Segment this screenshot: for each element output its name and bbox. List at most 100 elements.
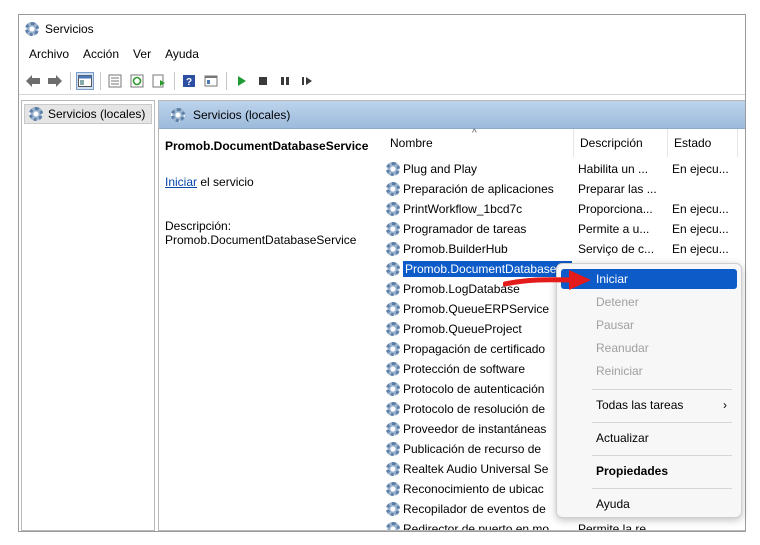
row-name: Publicación de recurso de xyxy=(403,442,542,456)
all-tasks-label: Todas las tareas xyxy=(596,398,684,412)
svg-text:?: ? xyxy=(186,77,192,88)
context-menu-pause[interactable]: Pausar xyxy=(561,315,737,335)
row-name: Promob.QueueERPService xyxy=(403,302,550,316)
row-name: Propagación de certificado xyxy=(403,342,546,356)
row-name-cell: Redirector de puerto en mo xyxy=(386,522,572,531)
table-row[interactable]: Redirector de puerto en mo Permite la re… xyxy=(384,519,745,531)
table-row[interactable]: Preparación de aplicaciones Preparar las… xyxy=(384,179,745,199)
service-gear-icon xyxy=(386,362,400,376)
properties-icon[interactable] xyxy=(150,72,168,90)
services-gear-icon xyxy=(29,107,43,121)
toolbar-separator xyxy=(100,71,101,90)
context-menu-all-tasks[interactable]: Todas las tareas › xyxy=(561,395,737,415)
refresh-icon[interactable] xyxy=(128,72,146,90)
services-gear-icon xyxy=(25,22,39,36)
column-status-label: Estado xyxy=(674,136,712,150)
service-gear-icon xyxy=(386,182,400,196)
title-bar: Servicios xyxy=(19,15,745,43)
export-list-icon[interactable] xyxy=(106,72,124,90)
context-menu-resume[interactable]: Reanudar xyxy=(561,338,737,358)
row-status: En ejecu... xyxy=(672,222,729,236)
row-status: En ejecu... xyxy=(672,202,729,216)
toolbar-separator xyxy=(226,71,227,90)
row-name: Redirector de puerto en mo xyxy=(403,522,550,531)
column-header-description[interactable]: Descripción xyxy=(574,129,668,157)
row-description: Preparar las ... xyxy=(578,182,657,196)
service-gear-icon xyxy=(386,402,400,416)
toolbar: ? xyxy=(19,67,745,95)
column-description-label: Descripción xyxy=(580,136,643,150)
toolbar-separator xyxy=(174,71,175,90)
tree-item-services-local[interactable]: Servicios (locales) xyxy=(24,104,152,124)
column-header-status[interactable]: Estado xyxy=(668,129,738,157)
service-gear-icon xyxy=(386,342,400,356)
row-name-cell: Preparación de aplicaciones xyxy=(386,182,572,196)
pause-icon[interactable] xyxy=(276,72,294,90)
row-name-cell: Protocolo de resolución de xyxy=(386,402,572,416)
context-menu-help[interactable]: Ayuda xyxy=(561,494,737,514)
row-name: Plug and Play xyxy=(403,162,478,176)
row-description: Permite a u... xyxy=(578,222,650,236)
menu-archivo[interactable]: Archivo xyxy=(29,47,69,61)
forward-arrow-icon[interactable] xyxy=(46,72,64,90)
service-gear-icon xyxy=(386,422,400,436)
row-name: Reconocimiento de ubicac xyxy=(403,482,544,496)
service-gear-icon xyxy=(386,262,400,276)
context-menu-separator xyxy=(592,455,732,456)
play-icon[interactable] xyxy=(232,72,250,90)
row-name-cell: Recopilador de eventos de xyxy=(386,502,572,516)
resume-icon[interactable] xyxy=(298,72,316,90)
start-service-line: Iniciar el servicio xyxy=(165,175,381,189)
menu-accion[interactable]: Acción xyxy=(83,47,119,61)
context-menu-separator xyxy=(592,389,732,390)
row-name: PrintWorkflow_1bcd7c xyxy=(403,202,523,216)
menu-ayuda[interactable]: Ayuda xyxy=(165,47,199,61)
service-gear-icon xyxy=(386,162,400,176)
column-header-name[interactable]: Nombre ^ xyxy=(384,128,574,157)
row-name: Promob.BuilderHub xyxy=(403,242,508,256)
context-menu-refresh[interactable]: Actualizar xyxy=(561,428,737,448)
row-name: Preparación de aplicaciones xyxy=(403,182,554,196)
row-name: Protocolo de resolución de xyxy=(403,402,546,416)
row-description: Habilita un ... xyxy=(578,162,649,176)
row-name: Realtek Audio Universal Se xyxy=(403,462,549,476)
context-menu-properties[interactable]: Propiedades xyxy=(561,461,737,481)
row-name: Programador de tareas xyxy=(403,222,527,236)
row-name-cell: Propagación de certificado xyxy=(386,342,572,356)
table-row[interactable]: Promob.BuilderHub Serviço de c... En eje… xyxy=(384,239,745,259)
description-label: Descripción: xyxy=(165,219,232,233)
console-tree-icon[interactable] xyxy=(76,71,94,90)
view-icon[interactable] xyxy=(202,72,220,90)
service-gear-icon xyxy=(386,202,400,216)
back-arrow-icon[interactable] xyxy=(24,72,42,90)
table-row[interactable]: Plug and Play Habilita un ... En ejecu..… xyxy=(384,159,745,179)
pane-header-title: Servicios (locales) xyxy=(193,107,291,122)
help-icon[interactable]: ? xyxy=(180,72,198,90)
table-row[interactable]: PrintWorkflow_1bcd7c Proporciona... En e… xyxy=(384,199,745,219)
service-gear-icon xyxy=(386,222,400,236)
row-description: Serviço de c... xyxy=(578,242,655,256)
table-row[interactable]: Programador de tareas Permite a u... En … xyxy=(384,219,745,239)
column-name-label: Nombre xyxy=(390,136,433,150)
menu-ver[interactable]: Ver xyxy=(133,47,151,61)
service-gear-icon xyxy=(386,482,400,496)
start-service-link[interactable]: Iniciar xyxy=(165,175,197,189)
row-name: Protección de software xyxy=(403,362,526,376)
sort-ascending-icon: ^ xyxy=(472,128,477,139)
row-description: Proporciona... xyxy=(578,202,653,216)
menu-bar: Archivo Acción Ver Ayuda xyxy=(19,43,745,65)
service-gear-icon xyxy=(386,442,400,456)
detail-service-name: Promob.DocumentDatabaseService xyxy=(165,139,369,153)
window-title: Servicios xyxy=(45,22,94,36)
row-name-cell: Realtek Audio Universal Se xyxy=(386,462,572,476)
service-gear-icon xyxy=(386,242,400,256)
description-value: Promob.DocumentDatabaseService xyxy=(165,233,357,247)
service-details: Promob.DocumentDatabaseService Iniciar e… xyxy=(165,133,381,247)
row-name-cell: Promob.QueueERPService xyxy=(386,302,572,316)
row-name-cell: Promob.BuilderHub xyxy=(386,242,572,256)
row-name: Proveedor de instantáneas xyxy=(403,422,547,436)
service-gear-icon xyxy=(386,302,400,316)
stop-icon[interactable] xyxy=(254,72,272,90)
context-menu-restart[interactable]: Reiniciar xyxy=(561,361,737,381)
console-tree: Servicios (locales) xyxy=(21,100,155,531)
